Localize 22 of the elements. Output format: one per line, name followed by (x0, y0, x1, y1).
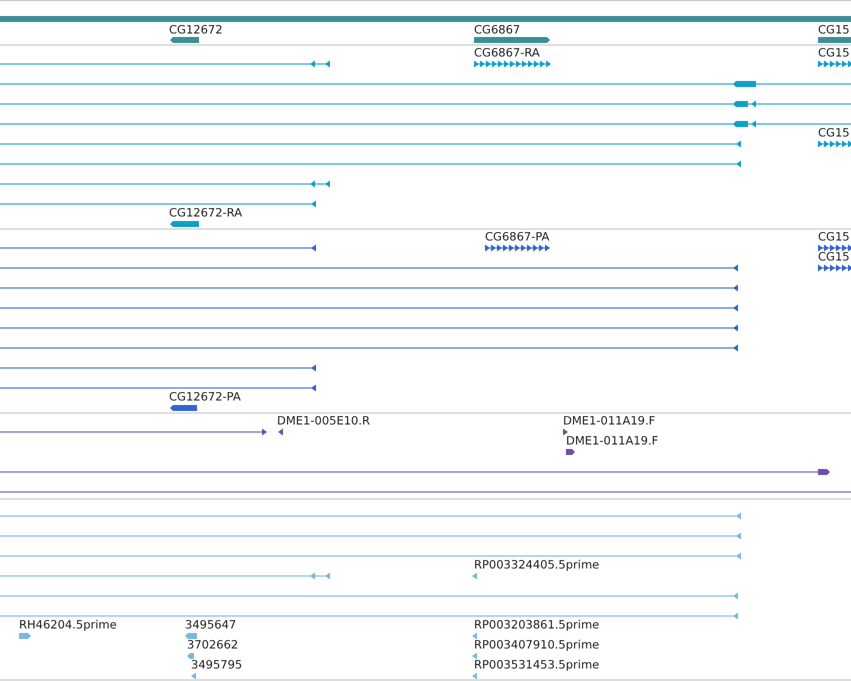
feature-label: CG12672-PA (169, 390, 241, 404)
feature-label: CG15 (818, 46, 850, 60)
feature-label: DME1-011A19.F (566, 434, 658, 448)
feature-label: CG15 (818, 22, 850, 36)
feature-label: RP003203861.5prime (474, 618, 600, 632)
feature-label: CG12672-RA (169, 206, 242, 220)
feature-label: RH46204.5prime (19, 618, 117, 632)
feature-label: CG15 (818, 250, 850, 264)
feature-label: DME1-011A19.F (563, 414, 656, 428)
feature-label: CG15 (818, 230, 850, 244)
feature-label: CG6867 (474, 22, 520, 36)
feature-label: CG6867-RA (474, 46, 540, 60)
feature-label: CG6867-PA (485, 230, 550, 244)
feature-label: RP003324405.5prime (474, 558, 600, 572)
feature-label: CG12672 (169, 22, 223, 36)
feature-label: 3495795 (191, 658, 242, 672)
feature-label: 3495647 (185, 618, 236, 632)
feature-label: DME1-005E10.R (277, 414, 370, 428)
feature-label: RP003531453.5prime (474, 658, 600, 672)
feature-label: CG15 (818, 126, 850, 140)
feature-label: RP003407910.5prime (474, 638, 600, 652)
feature-label: 3702662 (187, 638, 238, 652)
